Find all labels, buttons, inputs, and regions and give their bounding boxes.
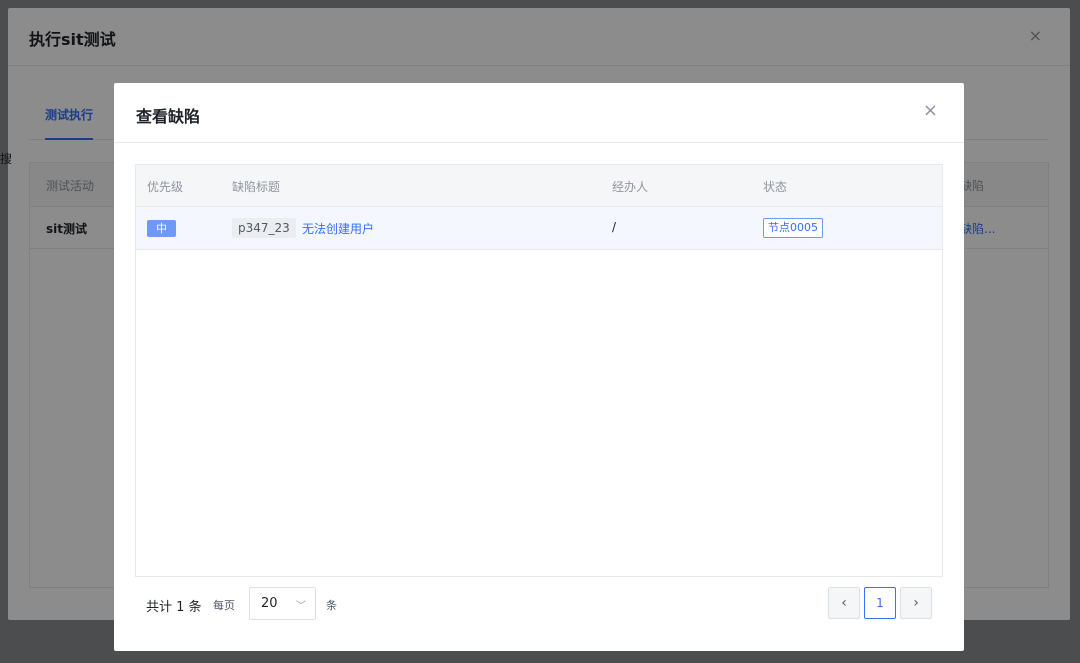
close-icon[interactable]: × — [923, 101, 938, 121]
next-page-button[interactable]: › — [900, 587, 932, 619]
defect-id-tag: p347_23 — [232, 218, 296, 238]
modal-header: 查看缺陷 × — [114, 83, 964, 143]
defects-table: 优先级 缺陷标题 经办人 状态 中 p347_23 无法创建用户 / 节点000… — [135, 164, 943, 577]
page-size-unit: 条 — [326, 599, 337, 612]
column-header-assignee: 经办人 — [612, 180, 649, 194]
view-defects-modal: 查看缺陷 × 优先级 缺陷标题 经办人 状态 中 p347_23 无法创建用户 … — [114, 83, 964, 651]
page-1-button[interactable]: 1 — [864, 587, 896, 619]
priority-badge: 中 — [147, 220, 176, 237]
page-size-select[interactable]: 20 ﹀ — [249, 587, 316, 620]
chevron-right-icon: › — [913, 595, 919, 611]
assignee-cell: / — [612, 220, 617, 234]
modal-title: 查看缺陷 — [136, 107, 201, 126]
page-size-value: 20 — [261, 596, 278, 611]
pagination: 共计 1 条 每页 20 ﹀ 条 ‹ 1 › — [135, 586, 943, 622]
column-header-priority: 优先级 — [147, 180, 184, 194]
prev-page-button[interactable]: ‹ — [828, 587, 860, 619]
chevron-down-icon: ﹀ — [296, 601, 306, 612]
total-count: 共计 1 条 — [146, 600, 202, 615]
column-header-defect-title: 缺陷标题 — [232, 180, 281, 194]
table-row[interactable]: 中 p347_23 无法创建用户 / 节点0005 — [136, 207, 942, 250]
status-tag: 节点0005 — [763, 218, 823, 238]
chevron-left-icon: ‹ — [841, 595, 847, 611]
defect-title-link[interactable]: 无法创建用户 — [302, 220, 374, 237]
per-page-label: 每页 — [213, 599, 235, 612]
column-header-status: 状态 — [763, 180, 788, 194]
table-header: 优先级 缺陷标题 经办人 状态 — [136, 165, 942, 207]
